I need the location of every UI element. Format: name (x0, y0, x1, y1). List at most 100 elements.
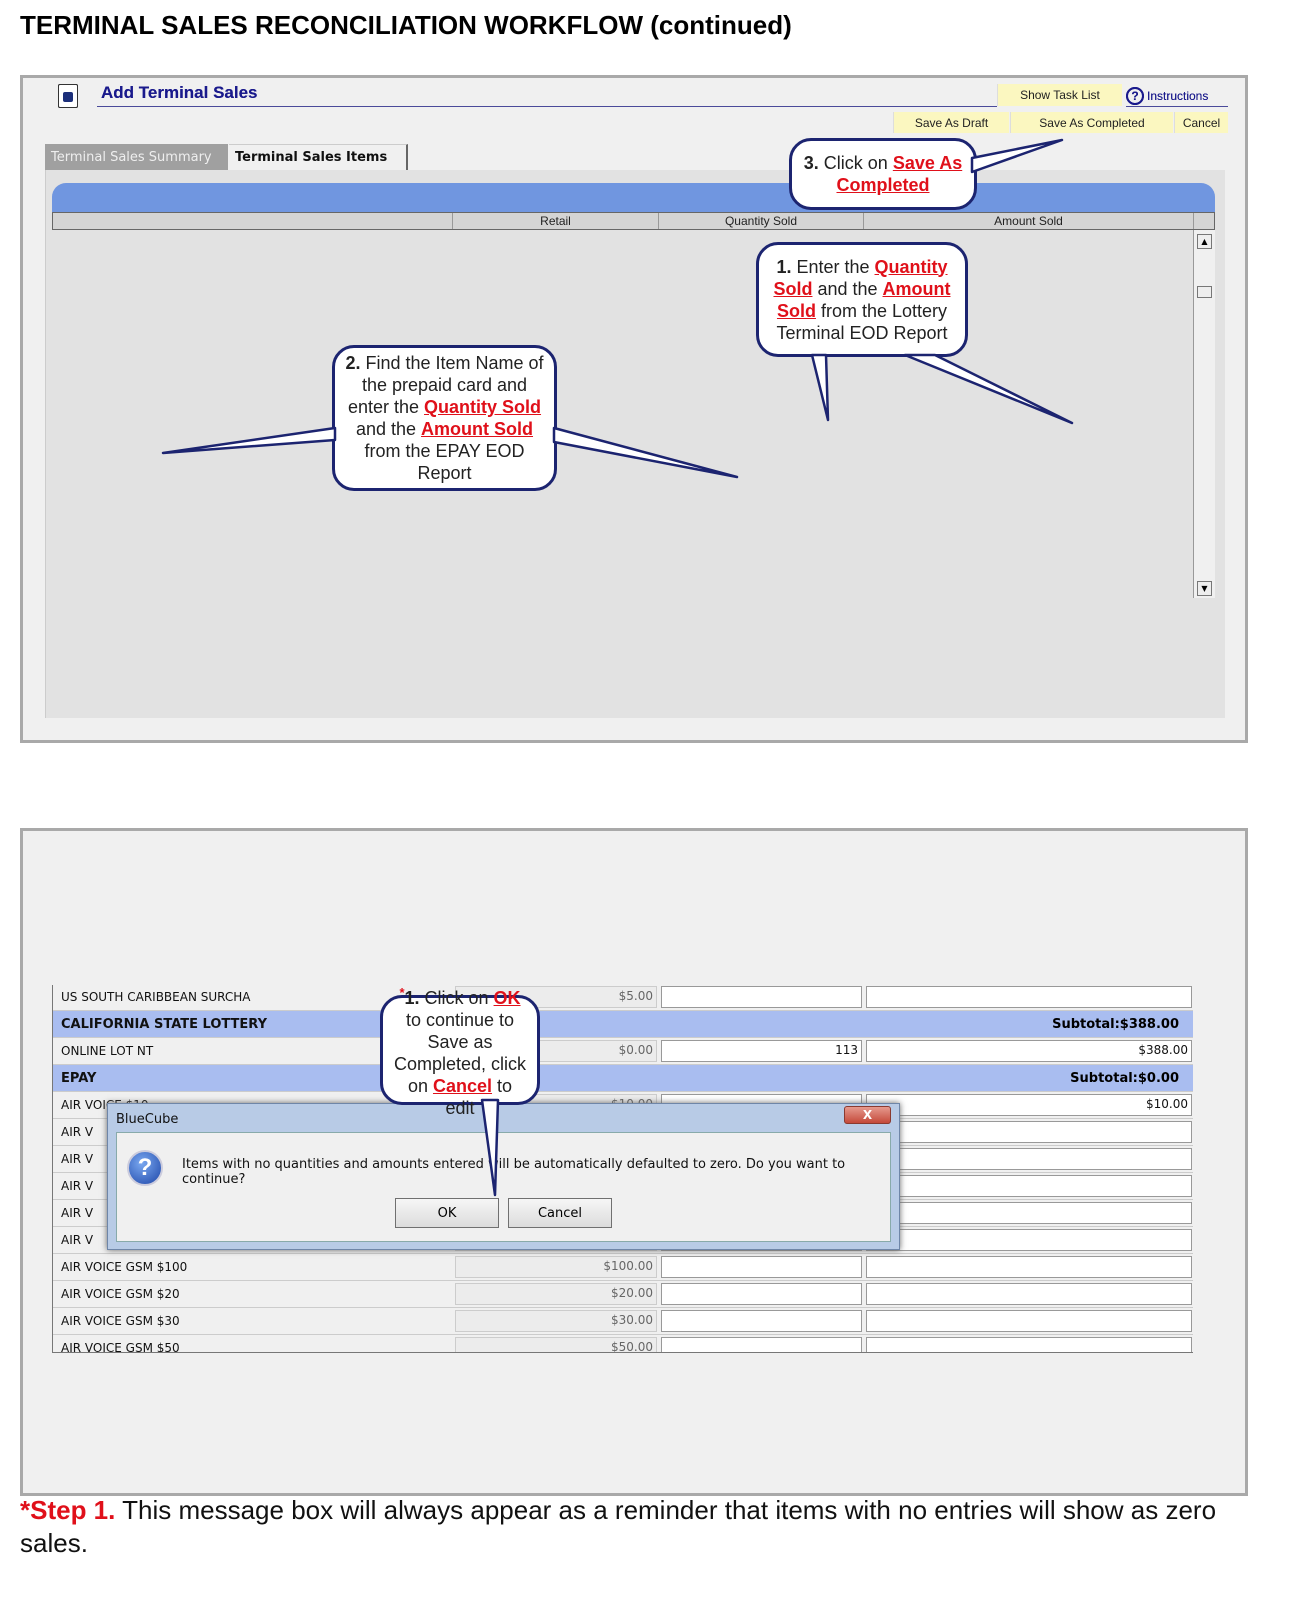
quantity-sold-input[interactable] (661, 1310, 862, 1332)
amount-sold-cell: $388.00 (864, 1038, 1193, 1064)
amount-sold-cell (864, 1119, 1193, 1145)
retail-value: $20.00 (455, 1283, 657, 1305)
retail-value: $30.00 (455, 1310, 657, 1332)
instructions-link[interactable]: ? Instructions (1126, 85, 1228, 107)
quantity-sold-input[interactable] (661, 1256, 862, 1278)
callout-text: 2. Find the Item Name of the prepaid car… (343, 352, 546, 484)
column-header (53, 213, 453, 229)
callout-segment: and the (812, 278, 883, 299)
ok-button[interactable]: OK (395, 1198, 499, 1228)
amount-sold-input[interactable] (866, 986, 1192, 1008)
amount-sold-cell (864, 1200, 1193, 1226)
quantity-sold-cell (659, 1308, 864, 1334)
retail-value: $100.00 (455, 1256, 657, 1278)
save-as-completed-button[interactable]: Save As Completed (1010, 112, 1173, 133)
amount-sold-input[interactable] (866, 1202, 1192, 1224)
retail-cell: $30.00 (453, 1308, 659, 1334)
dialog-message: Items with no quantities and amounts ent… (182, 1157, 846, 1187)
amount-sold-input[interactable]: $388.00 (866, 1040, 1192, 1062)
document-title: TERMINAL SALES RECONCILIATION WORKFLOW (… (20, 10, 792, 40)
group-subtotal: Subtotal:$0.00 (1070, 1070, 1179, 1086)
retail-value: $50.00 (455, 1337, 657, 1352)
instruction-callout: 1. Enter the Quantity Sold and the Amoun… (756, 242, 968, 357)
instruction-callout: 3. Click on Save As Completed (789, 138, 977, 210)
tab-terminal-sales-summary[interactable]: Terminal Sales Summary (45, 144, 228, 170)
amount-sold-cell (864, 1335, 1193, 1352)
dialog-close-button[interactable]: X (844, 1106, 891, 1124)
group-subtotal: Subtotal:$388.00 (1052, 1016, 1179, 1032)
callout-segment: Enter the (791, 256, 875, 277)
instruction-callout: *1. Click on OK to continue to Save as C… (380, 985, 540, 1118)
quantity-sold-input[interactable] (661, 986, 862, 1008)
vertical-scrollbar[interactable]: ▲▼ (1193, 230, 1215, 598)
quantity-sold-cell (659, 1335, 864, 1352)
dialog-body: ? Items with no quantities and amounts en… (116, 1132, 891, 1242)
table-row: US SOUTH CARIBBEAN SURCHA$5.00 (53, 985, 1193, 1011)
amount-sold-input[interactable] (866, 1121, 1192, 1143)
footnote-text: This message box will always appear as a… (20, 1495, 1217, 1558)
amount-sold-input[interactable] (866, 1337, 1192, 1352)
amount-sold-input[interactable]: $10.00 (866, 1094, 1192, 1116)
page-title: Add Terminal Sales (101, 83, 258, 102)
amount-sold-cell (864, 1146, 1193, 1172)
table-row: AIR VOICE GSM $30 $30.00 (53, 1308, 1193, 1335)
retail-cell: $100.00 (453, 1254, 659, 1280)
help-icon: ? (1126, 86, 1144, 105)
table-row: AIR VOICE GSM $100 $100.00 (53, 1254, 1193, 1281)
scroll-thumb[interactable] (1197, 286, 1212, 298)
item-name: AIR VOICE GSM $100 (61, 1260, 188, 1274)
question-icon: ? (127, 1150, 163, 1186)
instruction-callout: 2. Find the Item Name of the prepaid car… (332, 345, 557, 491)
scroll-down-arrow[interactable]: ▼ (1197, 581, 1212, 596)
retail-cell: $20.00 (453, 1281, 659, 1307)
item-name: AIR VOICE GSM $20 (61, 1287, 180, 1301)
item-name: AIR VOICE GSM $50 (61, 1341, 180, 1353)
scroll-up-arrow[interactable]: ▲ (1197, 234, 1212, 249)
group-row: EPAY Subtotal:$0.00 (53, 1065, 1193, 1092)
amount-sold-input[interactable] (866, 1310, 1192, 1332)
callout-segment: 2. (345, 353, 361, 373)
callout-segment: Amount Sold (421, 419, 534, 439)
quantity-sold-input[interactable] (661, 1283, 862, 1305)
instructions-label: Instructions (1147, 88, 1209, 103)
cancel-button[interactable]: Cancel (1174, 112, 1228, 133)
content-area (45, 170, 1225, 718)
callout-segment: Quantity Sold (424, 397, 542, 417)
quantity-sold-cell (659, 1281, 864, 1307)
amount-sold-input[interactable] (866, 1229, 1192, 1251)
callout-segment: from the EPAY EOD Report (364, 441, 525, 483)
callout-segment: and the (355, 419, 422, 439)
footnote: *Step 1. This message box will always ap… (20, 1494, 1260, 1560)
callout-segment: OK (493, 987, 521, 1008)
page-icon (58, 84, 78, 108)
amount-sold-input[interactable] (866, 1256, 1192, 1278)
table-row: AIR VOICE GSM $20 $20.00 (53, 1281, 1193, 1308)
tab-terminal-sales-items[interactable]: Terminal Sales Items (229, 144, 408, 170)
callout-segment: 1. (404, 987, 420, 1008)
show-task-list-button[interactable]: Show Task List (997, 84, 1122, 106)
quantity-sold-input[interactable] (661, 1337, 862, 1352)
dialog-cancel-button[interactable]: Cancel (508, 1198, 612, 1228)
table-header-band (52, 183, 1215, 213)
group-row: CALIFORNIA STATE LOTTERY Subtotal:$388.00 (53, 1011, 1193, 1038)
callout-segment: 1. (776, 256, 792, 277)
table-row: AIR VOICE GSM $50 $50.00 (53, 1335, 1193, 1353)
callout-segment: 3. (803, 153, 819, 173)
title-underline (97, 106, 997, 107)
save-as-draft-button[interactable]: Save As Draft (893, 112, 1009, 133)
quantity-sold-cell (659, 1254, 864, 1280)
dialog-title: BlueCube (116, 1112, 179, 1127)
amount-sold-cell (864, 985, 1193, 1010)
amount-sold-input[interactable] (866, 1283, 1192, 1305)
footnote-step: *Step 1. (20, 1495, 116, 1525)
quantity-sold-cell (659, 985, 864, 1010)
callout-segment: Cancel (432, 1075, 493, 1096)
amount-sold-cell (864, 1254, 1193, 1280)
amount-sold-input[interactable] (866, 1175, 1192, 1197)
amount-sold-input[interactable] (866, 1148, 1192, 1170)
amount-sold-cell (864, 1281, 1193, 1307)
amount-sold-cell (864, 1308, 1193, 1334)
quantity-sold-input[interactable]: 113 (661, 1040, 862, 1062)
callout-segment: Click on (818, 153, 893, 173)
column-header: Amount Sold (864, 213, 1194, 229)
